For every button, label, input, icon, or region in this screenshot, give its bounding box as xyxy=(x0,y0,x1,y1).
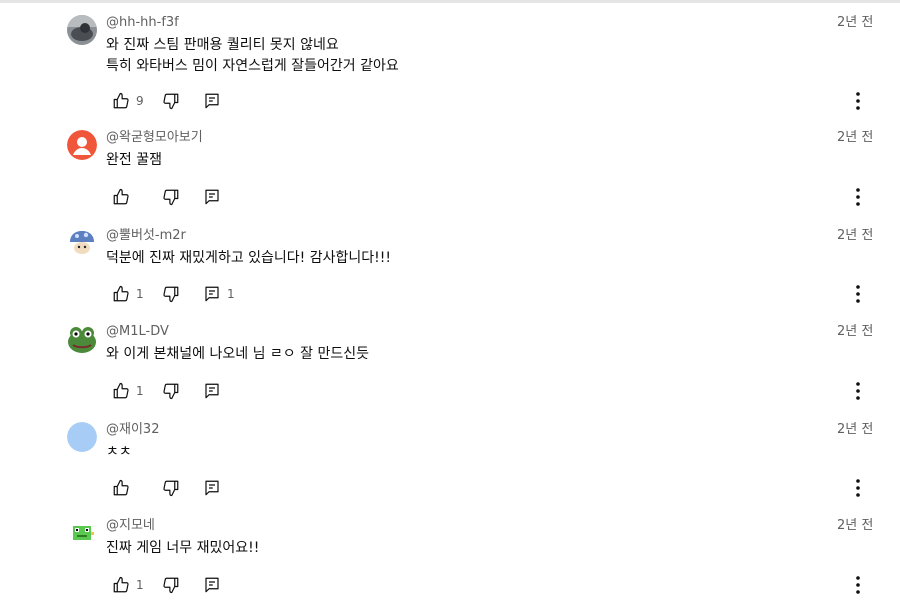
like-button[interactable] xyxy=(112,478,136,498)
comment-text: 완전 꿀잼 xyxy=(106,150,162,171)
comment-time[interactable]: 2년 전 xyxy=(837,518,873,534)
thumbs-down-icon xyxy=(163,480,179,497)
reply-button[interactable]: 1 xyxy=(203,284,235,304)
comment-line: 완전 꿀잼 xyxy=(106,152,162,168)
comment-time[interactable]: 2년 전 xyxy=(837,228,873,244)
vertical-dots-icon xyxy=(856,382,860,400)
comment-line: 와 진짜 스팀 판매용 퀄리티 못지 않네요 xyxy=(106,37,339,53)
pixel-frog-avatar-icon[interactable] xyxy=(67,518,97,548)
comment-actions: 9 xyxy=(112,91,312,111)
frog-avatar-icon[interactable] xyxy=(67,324,97,354)
vertical-dots-icon xyxy=(856,576,860,594)
dislike-button[interactable] xyxy=(162,91,180,111)
comment-time[interactable]: 2년 전 xyxy=(837,324,873,340)
comment-thread: @재이32 2년 전 ㅊㅊ xyxy=(0,422,900,519)
comment-thread: @왁굳형모아보기 2년 전 완전 꿀잼 xyxy=(0,130,900,227)
thumbs-up-icon xyxy=(113,382,129,399)
comment-actions: 1 1 xyxy=(112,284,312,304)
thumbs-up-icon xyxy=(113,479,129,496)
reply-button[interactable] xyxy=(203,187,227,207)
like-button[interactable] xyxy=(112,187,136,207)
comment-line: 진짜 게임 너무 재밌어요!! xyxy=(106,540,260,556)
more-options-button[interactable] xyxy=(850,187,866,207)
comment-author[interactable]: @M1L-DV xyxy=(106,324,169,340)
more-options-button[interactable] xyxy=(850,91,866,111)
comment-line: 덕분에 진짜 재밌게하고 있습니다! 감사합니다!!! xyxy=(106,250,391,266)
reply-button[interactable] xyxy=(203,91,227,111)
comment-time[interactable]: 2년 전 xyxy=(837,15,873,31)
more-options-button[interactable] xyxy=(850,284,866,304)
comment-text: 와 이게 본채널에 나오네 님 ㄹㅇ 잘 만드신듯 xyxy=(106,344,369,365)
reply-button[interactable] xyxy=(203,575,227,595)
comment-text: 덕분에 진짜 재밌게하고 있습니다! 감사합니다!!! xyxy=(106,248,391,269)
comment-time[interactable]: 2년 전 xyxy=(837,422,873,438)
like-button[interactable]: 1 xyxy=(112,284,144,304)
thumbs-up-icon xyxy=(113,285,129,302)
comment-line: 특히 와타버스 밈이 자연스럽게 잘들어간거 같아요 xyxy=(106,58,399,74)
blank-avatar-icon[interactable] xyxy=(67,422,97,452)
photo-avatar-icon[interactable] xyxy=(67,15,97,45)
thumbs-down-icon xyxy=(163,189,179,206)
vertical-dots-icon xyxy=(856,285,860,303)
thumbs-up-icon xyxy=(113,92,129,109)
more-options-button[interactable] xyxy=(850,575,866,595)
reply-icon xyxy=(205,189,219,205)
thumbs-down-icon xyxy=(163,383,179,400)
dislike-button[interactable] xyxy=(162,187,180,207)
like-count: 9 xyxy=(136,94,144,108)
comment-text: 와 진짜 스팀 판매용 퀄리티 못지 않네요 특히 와타버스 밈이 자연스럽게 … xyxy=(106,35,399,77)
thumbs-up-icon xyxy=(113,576,129,593)
comment-author[interactable]: @지모네 xyxy=(106,518,155,534)
like-count: 1 xyxy=(136,384,144,398)
comment-thread: @지모네 2년 전 진짜 게임 너무 재밌어요!! 1 xyxy=(0,518,900,601)
reply-icon xyxy=(205,383,219,399)
reply-icon xyxy=(205,286,219,302)
default-user-avatar-icon[interactable] xyxy=(67,130,97,160)
reply-button[interactable] xyxy=(203,381,227,401)
thumbs-down-icon xyxy=(163,577,179,594)
comment-line: 와 이게 본채널에 나오네 님 ㄹㅇ 잘 만드신듯 xyxy=(106,346,369,362)
mushroom-avatar-icon[interactable] xyxy=(67,228,97,258)
dislike-button[interactable] xyxy=(162,284,180,304)
comment-actions xyxy=(112,478,312,498)
comment-thread: @M1L-DV 2년 전 와 이게 본채널에 나오네 님 ㄹㅇ 잘 만드신듯 1 xyxy=(0,324,900,421)
like-button[interactable]: 1 xyxy=(112,575,144,595)
comment-author[interactable]: @재이32 xyxy=(106,422,159,438)
vertical-dots-icon xyxy=(856,188,860,206)
dislike-button[interactable] xyxy=(162,381,180,401)
comment-author[interactable]: @hh-hh-f3f xyxy=(106,15,179,31)
comment-text: 진짜 게임 너무 재밌어요!! xyxy=(106,538,259,559)
vertical-dots-icon xyxy=(856,92,860,110)
thumbs-down-icon xyxy=(163,93,179,110)
reply-button[interactable] xyxy=(203,478,227,498)
top-divider xyxy=(0,0,900,3)
reply-count: 1 xyxy=(227,287,235,301)
thumbs-up-icon xyxy=(113,188,129,205)
comment-text: ㅊㅊ xyxy=(106,442,132,463)
dislike-button[interactable] xyxy=(162,478,180,498)
thumbs-down-icon xyxy=(163,286,179,303)
vertical-dots-icon xyxy=(856,479,860,497)
like-count: 1 xyxy=(136,287,144,301)
more-options-button[interactable] xyxy=(850,478,866,498)
like-button[interactable]: 9 xyxy=(112,91,144,111)
comment-thread: @hh-hh-f3f 2년 전 와 진짜 스팀 판매용 퀄리티 못지 않네요 특… xyxy=(0,15,900,112)
comment-actions: 1 xyxy=(112,575,312,595)
comment-actions: 1 xyxy=(112,381,312,401)
comment-line: ㅊㅊ xyxy=(106,444,132,460)
reply-icon xyxy=(205,577,219,593)
comment-actions xyxy=(112,187,312,207)
comment-time[interactable]: 2년 전 xyxy=(837,130,873,146)
dislike-button[interactable] xyxy=(162,575,180,595)
reply-icon xyxy=(205,480,219,496)
like-button[interactable]: 1 xyxy=(112,381,144,401)
more-options-button[interactable] xyxy=(850,381,866,401)
like-count: 1 xyxy=(136,578,144,592)
comment-author[interactable]: @왁굳형모아보기 xyxy=(106,130,203,146)
comment-thread: @뿔버섯-m2r 2년 전 덕분에 진짜 재밌게하고 있습니다! 감사합니다!!… xyxy=(0,228,900,325)
reply-icon xyxy=(205,93,219,109)
comment-author[interactable]: @뿔버섯-m2r xyxy=(106,228,186,244)
